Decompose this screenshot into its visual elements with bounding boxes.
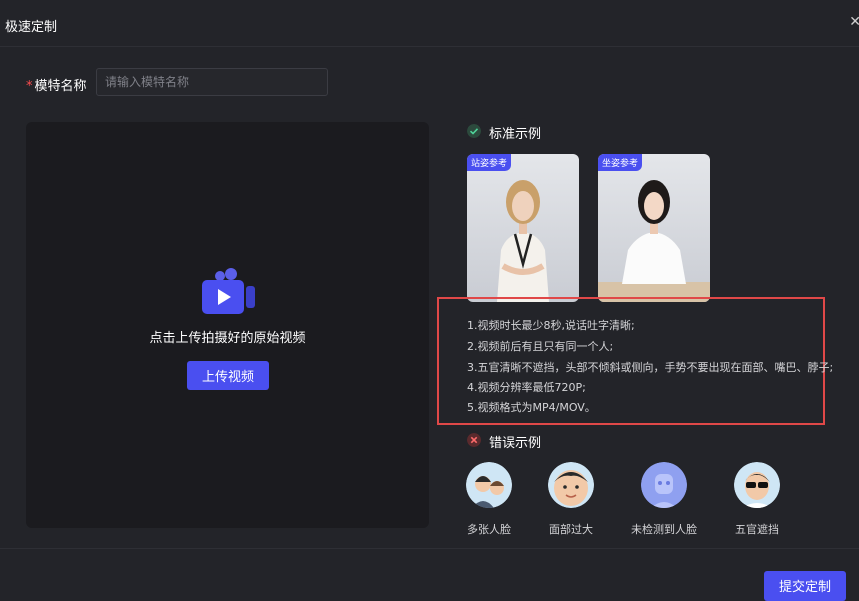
wrong-example-no-face: 未检测到人脸 bbox=[624, 462, 704, 537]
wrong-label: 面部过大 bbox=[549, 523, 593, 536]
model-name-label-text: 模特名称 bbox=[34, 79, 87, 94]
sitting-tag: 坐姿参考 bbox=[598, 154, 643, 171]
rule-item: 3.五官清晰不遮挡，头部不倾斜或侧向，手势不要出现在面部、嘴巴、脖子; bbox=[467, 361, 834, 374]
check-circle-icon bbox=[467, 124, 481, 138]
close-icon[interactable]: ✕ bbox=[849, 14, 859, 30]
rule-item: 4.视频分辨率最低720P; bbox=[467, 381, 586, 394]
face-too-large-icon bbox=[548, 462, 594, 508]
standing-tag: 站姿参考 bbox=[467, 154, 512, 171]
wrong-label: 五官遮挡 bbox=[735, 523, 779, 536]
sitting-example-image: 坐姿参考 bbox=[598, 154, 710, 302]
required-mark: * bbox=[26, 79, 33, 94]
video-camera-icon bbox=[202, 268, 255, 314]
features-covered-icon bbox=[734, 462, 780, 508]
wrong-example-features-covered: 五官遮挡 bbox=[717, 462, 797, 537]
wrong-example-multiple-faces: 多张人脸 bbox=[449, 462, 529, 537]
header-divider bbox=[0, 46, 859, 47]
standing-example-image: 站姿参考 bbox=[467, 154, 579, 302]
sitting-woman-image bbox=[598, 180, 710, 302]
rule-item: 5.视频格式为MP4/MOV。 bbox=[467, 401, 596, 414]
x-circle-icon bbox=[467, 433, 481, 447]
wrong-example-title: 错误示例 bbox=[489, 436, 542, 451]
wrong-label: 未检测到人脸 bbox=[631, 523, 697, 536]
standard-example-title: 标准示例 bbox=[489, 127, 542, 142]
custom-dialog: 极速定制 ✕ *模特名称 点击上传拍摄好的原始视频 上传视频 标准示例 站姿参考 bbox=[0, 0, 859, 601]
footer-divider bbox=[0, 548, 859, 549]
upload-video-button[interactable]: 上传视频 bbox=[187, 361, 269, 390]
rule-item: 1.视频时长最少8秒,说话吐字清晰; bbox=[467, 319, 635, 332]
model-name-input[interactable] bbox=[96, 68, 328, 96]
no-face-detected-icon bbox=[641, 462, 687, 508]
model-name-label: * 模特名称 bbox=[26, 75, 87, 94]
video-upload-area[interactable]: 点击上传拍摄好的原始视频 上传视频 bbox=[26, 122, 429, 528]
wrong-example-face-too-large: 面部过大 bbox=[531, 462, 611, 537]
wrong-label: 多张人脸 bbox=[467, 523, 511, 536]
standing-woman-image bbox=[497, 180, 549, 302]
rule-item: 2.视频前后有且只有同一个人; bbox=[467, 340, 614, 353]
submit-custom-button[interactable]: 提交定制 bbox=[764, 571, 846, 601]
upload-hint: 点击上传拍摄好的原始视频 bbox=[149, 331, 306, 346]
dialog-title: 极速定制 bbox=[5, 20, 58, 35]
multiple-faces-icon bbox=[466, 462, 512, 508]
